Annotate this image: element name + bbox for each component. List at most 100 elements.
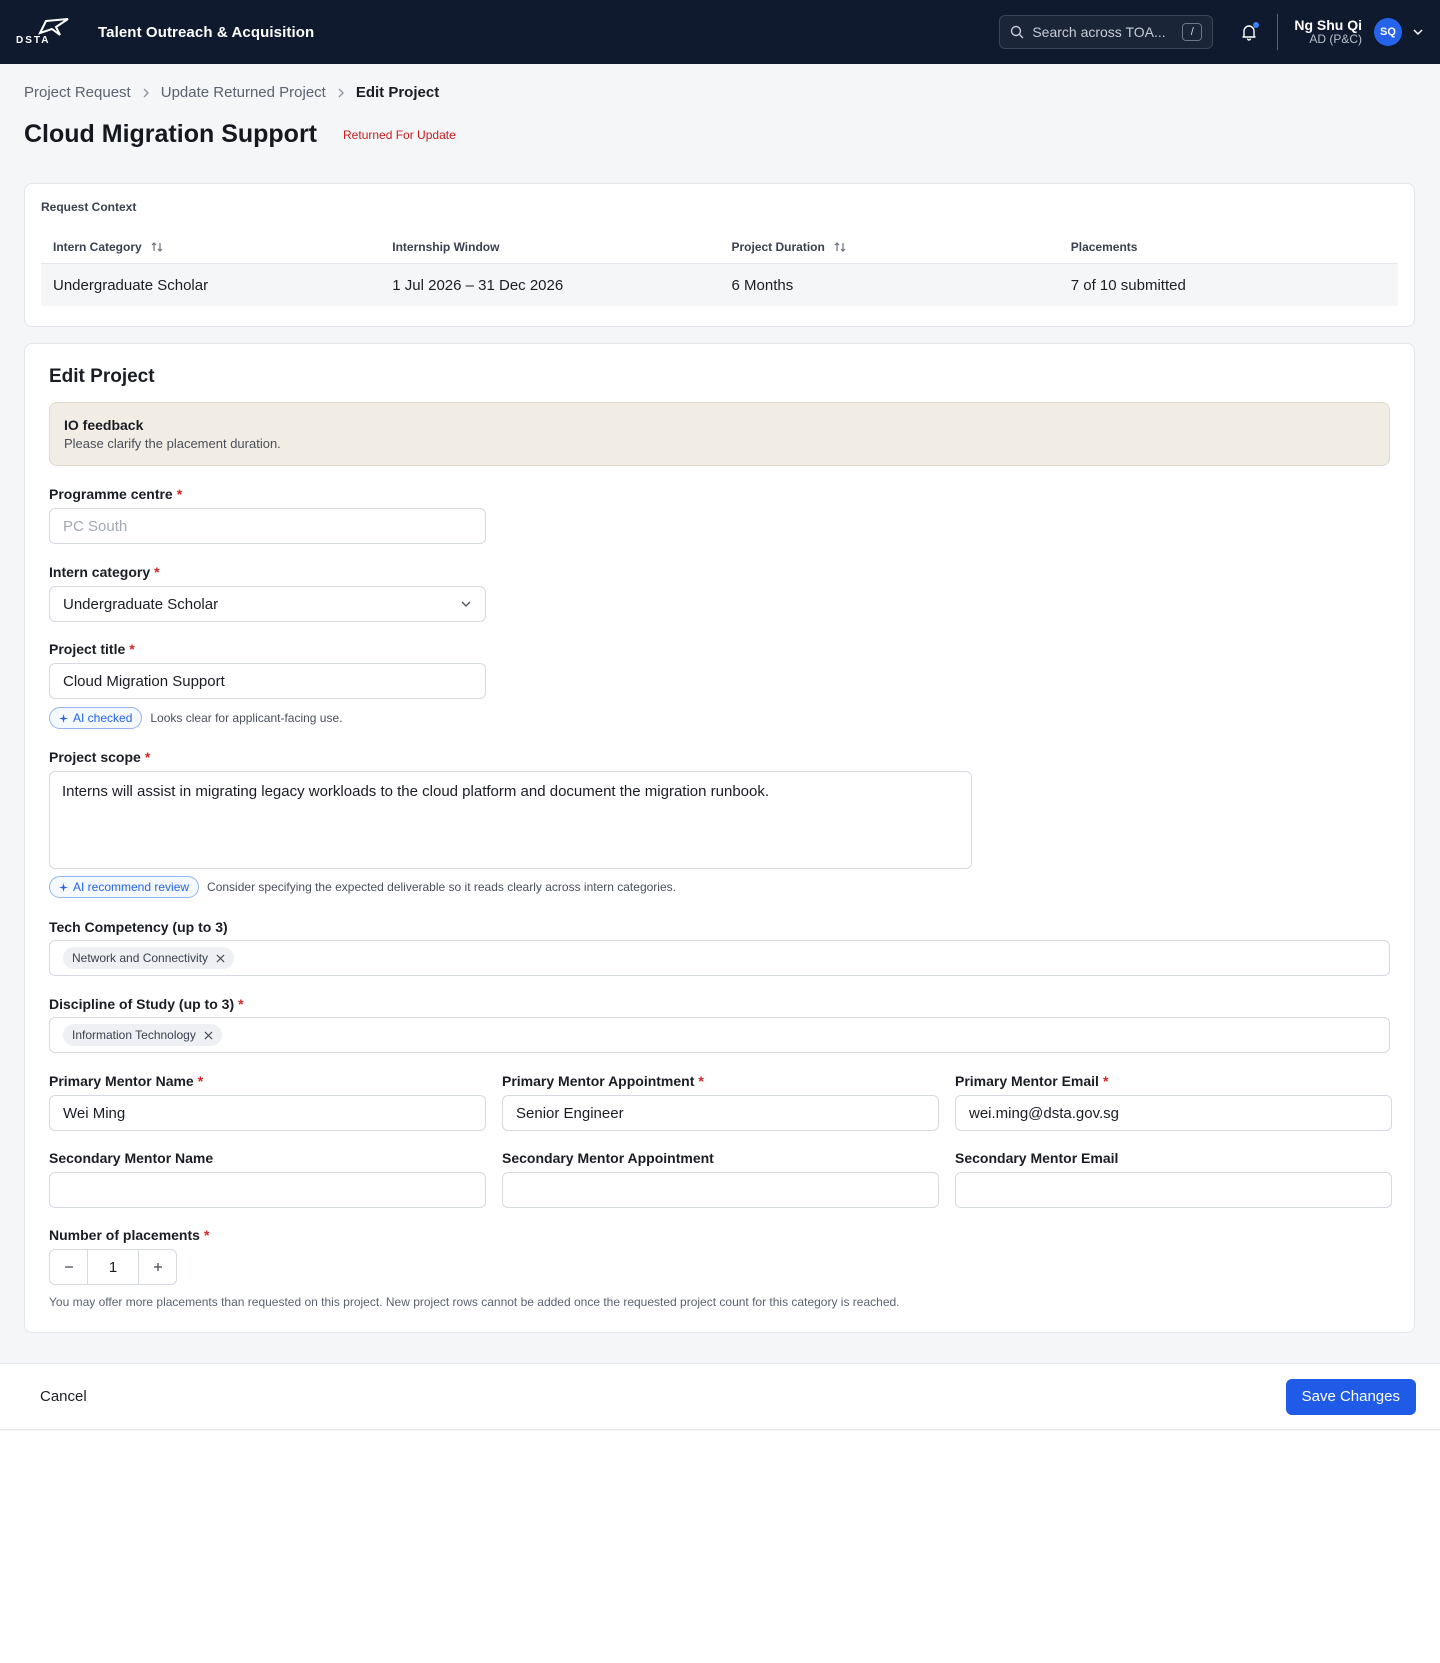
ai-recommend-review-label: AI recommend review [73,880,190,894]
request-context-table: Intern Category Internship Window Projec… [41,230,1398,306]
primary-mentor-name-value: Wei Ming [63,1104,126,1122]
tag-information-technology: Information Technology [63,1024,222,1046]
secondary-mentor-email-label: Secondary Mentor Email [955,1150,1119,1166]
edit-project-title: Edit Project [49,366,155,387]
global-search-input[interactable]: Search across TOA... / [999,15,1214,49]
placements-label: Number of placements * [49,1227,210,1243]
page-title: Cloud Migration Support [24,120,318,148]
programme-centre-label: Programme centre * [49,486,183,502]
project-scope-textarea[interactable]: Interns will assist in migrating legacy … [49,771,972,869]
secondary-mentor-name-label: Secondary Mentor Name [49,1150,214,1166]
edit-project-card: Edit Project IO feedback Please clarify … [24,343,1415,1333]
io-feedback-banner: IO feedback Please clarify the placement… [49,402,1390,466]
primary-mentor-name-label: Primary Mentor Name * [49,1073,204,1089]
column-header-label: Placements [1070,239,1138,254]
project-scope-label: Project scope * [49,749,151,765]
project-scope-value: Interns will assist in migrating legacy … [62,783,770,800]
user-info[interactable]: Ng Shu Qi AD (P&C) [1294,17,1362,47]
discipline-label: Discipline of Study (up to 3) * [49,996,244,1012]
topbar-divider [1277,14,1279,50]
tech-competency-input[interactable]: Network and Connectivity [49,940,1390,976]
app-title[interactable]: Talent Outreach & Acquisition [98,24,314,41]
breadcrumb-edit-project: Edit Project [355,84,440,101]
cell-project-duration: 6 Months [731,276,794,294]
dsta-logo[interactable]: DSTA [16,12,82,52]
tag-label: Network and Connectivity [72,951,209,965]
status-badge: Returned For Update [343,127,456,142]
column-header-project-duration[interactable]: Project Duration [720,240,1059,254]
placements-value[interactable]: 1 [87,1250,139,1284]
avatar[interactable]: SQ [1374,18,1402,46]
ai-recommend-review-text: Consider specifying the expected deliver… [207,880,676,894]
request-context-card: Request Context Intern Category Internsh… [24,183,1415,327]
programme-centre-field: PC South [49,508,486,544]
column-header-internship-window: Internship Window [380,240,719,254]
project-title-value: Cloud Migration Support [63,672,225,690]
action-footer: Cancel Save Changes [0,1363,1440,1430]
project-title-input[interactable]: Cloud Migration Support [49,663,486,699]
increment-button[interactable] [139,1250,176,1284]
chevron-right-icon [141,88,151,98]
primary-mentor-email-label: Primary Mentor Email * [955,1073,1109,1089]
close-icon[interactable] [204,1030,213,1040]
programme-centre-value: PC South [63,517,128,535]
close-icon[interactable] [216,953,225,963]
user-menu-chevron-down-icon[interactable] [1412,26,1424,38]
table-row: Undergraduate Scholar 1 Jul 2026 – 31 De… [41,264,1398,306]
column-header-label: Internship Window [392,239,500,254]
breadcrumb-project-request[interactable]: Project Request [24,84,131,101]
decrement-button[interactable] [50,1250,87,1284]
request-context-label: Request Context [41,200,137,214]
column-header-label: Project Duration [731,239,825,254]
tag-network-and-connectivity: Network and Connectivity [63,947,235,969]
secondary-mentor-email-input[interactable] [955,1172,1392,1208]
sparkle-icon [59,713,68,723]
sort-icon[interactable] [150,240,164,254]
page-bottom-area [0,1431,1440,1663]
plus-icon [153,1263,162,1271]
cell-intern-category: Undergraduate Scholar [53,276,209,294]
cancel-button[interactable]: Cancel [24,1388,103,1405]
ai-recommend-review-badge: AI recommend review [49,876,200,898]
project-scope-ai-status: AI recommend review Consider specifying … [49,876,676,898]
sparkle-icon [59,882,68,892]
intern-category-label: Intern category * [49,564,160,580]
cell-internship-window: 1 Jul 2026 – 31 Dec 2026 [392,276,564,294]
notifications-button[interactable] [1237,20,1261,44]
project-title-label: Project title * [49,641,135,657]
save-changes-button[interactable]: Save Changes [1285,1378,1416,1415]
column-header-intern-category[interactable]: Intern Category [41,240,380,254]
chevron-right-icon [336,88,346,98]
primary-mentor-name-input[interactable]: Wei Ming [49,1095,486,1131]
ai-checked-text: Looks clear for applicant-facing use. [150,711,343,725]
primary-mentor-email-input[interactable]: wei.ming@dsta.gov.sg [955,1095,1392,1131]
search-placeholder: Search across TOA... [1032,24,1166,40]
feedback-text: Please clarify the placement duration. [64,436,281,451]
secondary-mentor-appointment-input[interactable] [502,1172,939,1208]
column-header-label: Intern Category [53,239,142,254]
discipline-input[interactable]: Information Technology [49,1017,1390,1053]
ai-checked-badge: AI checked [49,707,143,729]
sort-icon[interactable] [833,240,847,254]
secondary-mentor-appointment-label: Secondary Mentor Appointment [502,1150,714,1166]
primary-mentor-appointment-value: Senior Engineer [516,1104,624,1122]
secondary-mentor-name-input[interactable] [49,1172,486,1208]
tag-label: Information Technology [72,1028,196,1042]
minus-icon [64,1266,73,1268]
page-header: Cloud Migration Support Returned For Upd… [24,120,456,149]
notification-dot [1253,22,1260,28]
primary-mentor-appointment-label: Primary Mentor Appointment * [502,1073,704,1089]
breadcrumb: Project Request Update Returned Project … [24,84,439,101]
svg-text:DSTA: DSTA [16,35,50,46]
top-bar: DSTA Talent Outreach & Acquisition Searc… [0,0,1440,64]
quantity-stepper: 1 [49,1249,177,1285]
ai-checked-label: AI checked [73,711,133,725]
breadcrumb-update-returned-project[interactable]: Update Returned Project [161,84,326,101]
placements-helper-text: You may offer more placements than reque… [49,1295,900,1309]
primary-mentor-appointment-input[interactable]: Senior Engineer [502,1095,939,1131]
project-title-ai-status: AI checked Looks clear for applicant-fac… [49,707,342,729]
search-shortcut-key: / [1182,23,1203,41]
chevron-down-icon [460,598,472,610]
intern-category-select[interactable]: Undergraduate Scholar [49,586,486,622]
column-header-placements: Placements [1059,240,1398,254]
